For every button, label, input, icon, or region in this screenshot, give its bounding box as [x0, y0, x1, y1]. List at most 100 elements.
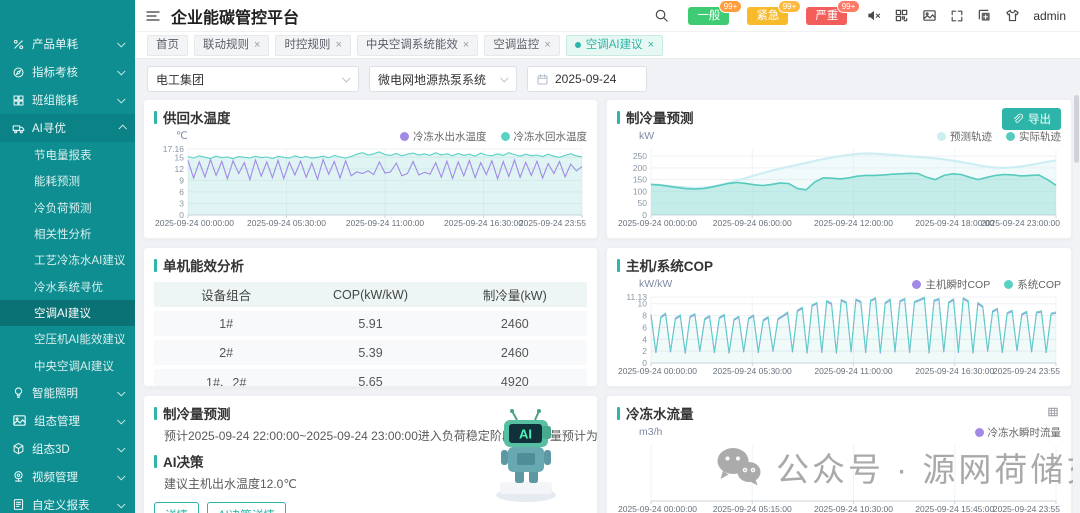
table-cell: 2460	[443, 340, 587, 365]
legend-item[interactable]: 实际轨迹	[1006, 129, 1061, 144]
svg-text:2025-09-24 16:30:00: 2025-09-24 16:30:00	[915, 366, 994, 376]
sidebar-subitem-空调AI建议[interactable]: 空调AI建议	[0, 300, 135, 326]
search-icon[interactable]	[654, 8, 669, 23]
flow-chart[interactable]: 2025-09-24 00:00:002025-09-24 05:15:0020…	[617, 440, 1061, 513]
legend-item[interactable]: 冷冻水回水温度	[501, 129, 588, 144]
sidebar-item-组态3D[interactable]: 组态3D	[0, 435, 135, 463]
close-icon[interactable]: ×	[544, 38, 550, 53]
card-header: 主机/系统COP	[617, 256, 1061, 274]
legend-dot-icon	[501, 132, 510, 141]
cop-chart[interactable]: 024681011.132025-09-24 00:00:002025-09-2…	[617, 292, 1061, 376]
table-column-header: 设备组合	[154, 282, 298, 307]
sidebar-subitem-中央空调AI建议[interactable]: 中央空调AI建议	[0, 352, 135, 378]
sidebar-subitem-相关性分析[interactable]: 相关性分析	[0, 221, 135, 247]
legend-item[interactable]: 预测轨迹	[937, 129, 992, 144]
legend-item[interactable]: 冷冻水瞬时流量	[975, 425, 1062, 440]
svg-text:2025-09-24 11:00:00: 2025-09-24 11:00:00	[346, 218, 425, 228]
date-value: 2025-09-24	[555, 72, 616, 86]
sidebar-subitem-空压机AI能效建议[interactable]: 空压机AI能效建议	[0, 326, 135, 352]
legend-label: 系统COP	[1017, 277, 1061, 292]
tab-空调AI建议[interactable]: 空调AI建议×	[566, 35, 663, 56]
svg-text:250: 250	[633, 151, 647, 161]
sidebar-item-指标考核[interactable]: 指标考核	[0, 58, 135, 86]
alarm-badge[interactable]: 紧急99+	[747, 7, 788, 25]
sidebar-item-AI寻优[interactable]: AI寻优	[0, 114, 135, 142]
tab-label: 中央空调系统能效	[366, 38, 458, 53]
chevron-down-icon	[117, 416, 125, 424]
company-select[interactable]: 电工集团	[147, 66, 359, 92]
close-icon[interactable]: ×	[463, 38, 469, 53]
date-picker[interactable]: 2025-09-24	[527, 66, 647, 92]
tab-空调监控[interactable]: 空调监控×	[484, 35, 559, 56]
svg-text:150: 150	[633, 175, 647, 185]
alarm-badge[interactable]: 一般99+	[688, 7, 729, 25]
svg-text:AI: AI	[519, 427, 532, 442]
sidebar-item-label: 组态3D	[32, 441, 112, 457]
app-root: 产品单耗指标考核班组能耗AI寻优节电量报表能耗预测冷负荷预测相关性分析工艺冷冻水…	[0, 0, 1080, 513]
alarm-count-badge: 99+	[837, 0, 861, 13]
menu-icon[interactable]	[145, 8, 161, 24]
bulb-icon	[12, 386, 25, 399]
tab-中央空调系统能效[interactable]: 中央空调系统能效 ×	[357, 35, 478, 56]
svg-text:9: 9	[179, 175, 184, 185]
theme-shirt-icon[interactable]	[1005, 8, 1020, 23]
forecast-chart[interactable]: 0501001502002502025-09-24 00:00:002025-0…	[617, 144, 1061, 228]
export-button-label: 导出	[1028, 111, 1051, 127]
fullscreen-icon[interactable]	[950, 9, 964, 23]
card-title: 供回水温度	[163, 107, 231, 127]
sidebar-item-智能照明[interactable]: 智能照明	[0, 379, 135, 407]
main-area: 企业能碳管控平台 一般99+紧急99+严重99+ admin 首页联动规则×时控…	[135, 0, 1080, 513]
table-row: 1#5.912460	[154, 311, 587, 336]
legend-item[interactable]: 系统COP	[1004, 277, 1061, 292]
sidebar-subitem-能耗预测[interactable]: 能耗预测	[0, 168, 135, 194]
svg-text:2025-09-24 11:00:00: 2025-09-24 11:00:00	[814, 366, 893, 376]
card-header: 制冷量预测	[617, 108, 1061, 126]
sidebar-subitem-冷水系统寻优[interactable]: 冷水系统寻优	[0, 273, 135, 299]
sidebar-item-自定义报表[interactable]: 自定义报表	[0, 491, 135, 513]
data-view-icon[interactable]	[1047, 406, 1059, 418]
sidebar-subitem-冷负荷预测[interactable]: 冷负荷预测	[0, 195, 135, 221]
admin-user[interactable]: admin	[1033, 9, 1066, 23]
scrollbar-thumb[interactable]	[1074, 95, 1079, 163]
sidebar-menu: 产品单耗指标考核班组能耗AI寻优节电量报表能耗预测冷负荷预测相关性分析工艺冷冻水…	[0, 30, 135, 513]
close-icon[interactable]: ×	[254, 38, 260, 53]
chevron-down-icon	[117, 67, 125, 75]
sidebar-item-视频管理[interactable]: 视频管理	[0, 463, 135, 491]
detail-button[interactable]: 详情	[154, 502, 199, 513]
temp-chart[interactable]: 0369121517.162025-09-24 00:00:002025-09-…	[154, 144, 587, 228]
close-icon[interactable]: ×	[335, 38, 341, 53]
sidebar-item-label: 视频管理	[32, 469, 112, 485]
table-cell: 2#	[154, 340, 298, 365]
svg-text:2025-09-24 10:30:00: 2025-09-24 10:30:00	[814, 504, 893, 513]
table-cell: 5.91	[298, 311, 442, 336]
sidebar-subitem-工艺冷冻水AI建议[interactable]: 工艺冷冻水AI建议	[0, 247, 135, 273]
tab-联动规则[interactable]: 联动规则×	[194, 35, 269, 56]
sidebar-item-组态管理[interactable]: 组态管理	[0, 407, 135, 435]
tab-首页[interactable]: 首页	[147, 35, 188, 56]
sidebar-item-班组能耗[interactable]: 班组能耗	[0, 86, 135, 114]
layers-icon[interactable]	[977, 8, 992, 23]
table-column-header: 制冷量(kW)	[443, 282, 587, 307]
qr-grid-icon[interactable]	[894, 8, 909, 23]
sidebar-item-产品单耗[interactable]: 产品单耗	[0, 30, 135, 58]
ai-decision-detail-button[interactable]: AI决策详情	[207, 502, 286, 513]
export-button[interactable]: 导出	[1002, 108, 1061, 130]
chevron-down-icon	[117, 388, 125, 396]
legend-item[interactable]: 冷冻水出水温度	[400, 129, 487, 144]
legend-label: 主机瞬时COP	[925, 277, 990, 292]
svg-text:200: 200	[633, 163, 647, 173]
sidebar-subitem-节电量报表[interactable]: 节电量报表	[0, 142, 135, 168]
alarm-badge-group: 一般99+ 紧急99+ 严重99+	[688, 7, 847, 25]
mute-icon[interactable]	[866, 8, 881, 23]
image-icon[interactable]	[922, 8, 937, 23]
legend-item[interactable]: 主机瞬时COP	[912, 277, 990, 292]
filter-row: 电工集团 微电网地源热泵系统 2025-09-24	[135, 59, 1080, 93]
chevron-down-icon	[342, 74, 350, 82]
alarm-badge[interactable]: 严重99+	[806, 7, 847, 25]
system-select[interactable]: 微电网地源热泵系统	[369, 66, 517, 92]
legend-label: 实际轨迹	[1019, 129, 1061, 144]
close-icon[interactable]: ×	[648, 38, 654, 53]
tab-时控规则[interactable]: 时控规则×	[275, 35, 350, 56]
card-supply-return-temp: 供回水温度 ℃ 冷冻水出水温度冷冻水回水温度 0369121517.162025…	[143, 99, 598, 239]
svg-text:12: 12	[175, 164, 185, 174]
